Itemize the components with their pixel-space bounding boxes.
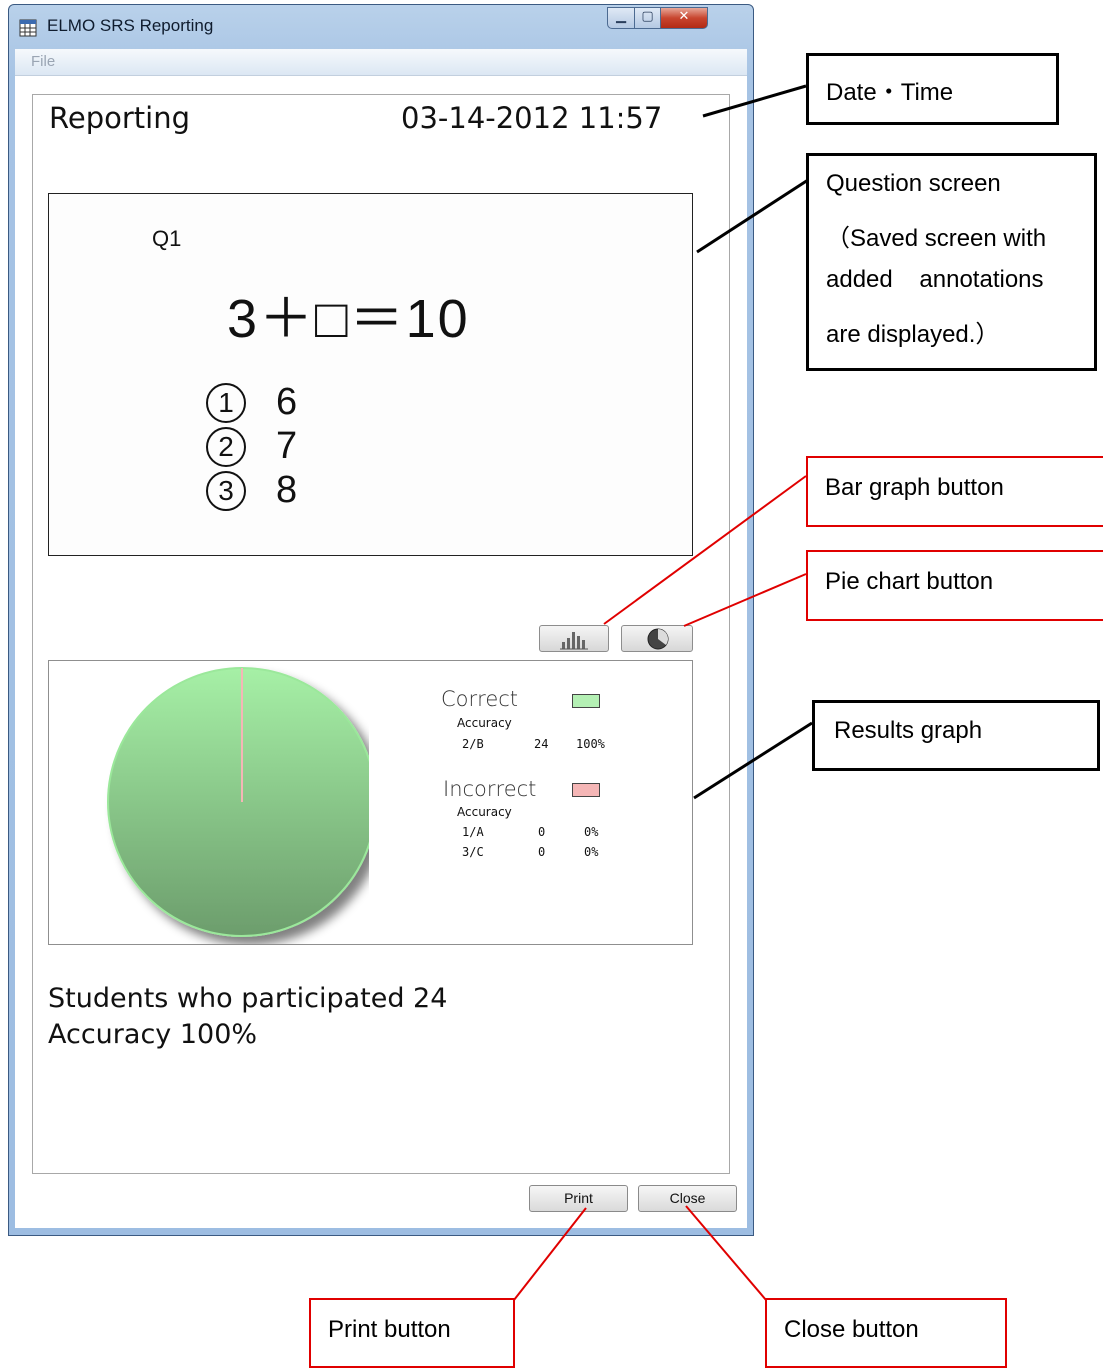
minimize-button[interactable]: ▁ (607, 7, 635, 29)
answer-option: 38 (206, 468, 297, 512)
legend-incorrect-title: Incorrect (443, 777, 537, 801)
answer-option: 27 (206, 424, 297, 468)
close-icon: ✕ (678, 9, 690, 24)
callout-pie-chart: Pie chart button (806, 550, 1103, 621)
answer-option: 16 (206, 380, 297, 424)
question-equation: 3＋□＝10 (227, 289, 470, 349)
menu-bar: File (15, 49, 747, 76)
title-bar[interactable]: ELMO SRS Reporting ▁ ▢ ✕ (9, 5, 753, 45)
report-panel: Reporting 03-14-2012 11:57 Q1 3＋□＝10 16 … (32, 94, 730, 1174)
callout-datetime: Date・Time (806, 53, 1059, 125)
callout-bar-graph: Bar graph button (806, 456, 1103, 527)
callout-text: （Saved screen with (826, 225, 1047, 252)
callout-text: Results graph (834, 717, 983, 744)
client-area: Reporting 03-14-2012 11:57 Q1 3＋□＝10 16 … (15, 76, 747, 1228)
callout-text: added annotations (826, 266, 1044, 293)
minimize-icon: ▁ (616, 9, 626, 24)
option-number: 1 (206, 382, 246, 423)
legend-correct-swatch (572, 694, 600, 708)
legend-cell: 2/B (462, 737, 484, 751)
legend-incorrect-sub: Accuracy (457, 805, 512, 819)
callout-close: Close button (765, 1298, 1007, 1368)
maximize-icon: ▢ (641, 9, 654, 24)
app-grid-icon (19, 19, 37, 37)
results-graph: Correct Accuracy 2/B 24 100% Incorrect A… (48, 660, 693, 945)
callout-text: Bar graph button (825, 474, 1004, 501)
maximize-button[interactable]: ▢ (634, 7, 661, 29)
option-value: 7 (276, 425, 298, 468)
report-datetime: 03-14-2012 11:57 (401, 101, 663, 135)
option-value: 6 (276, 381, 298, 424)
legend-cell: 0 (538, 825, 546, 839)
bar-chart-icon (560, 632, 588, 650)
option-number: 3 (206, 470, 246, 511)
close-button[interactable]: Close (638, 1185, 737, 1212)
callout-question-screen: Question screen （Saved screen with added… (806, 153, 1097, 371)
callout-text: Question screen (826, 170, 1001, 197)
question-label: Q1 (152, 226, 182, 251)
callout-text: Close button (784, 1316, 919, 1343)
option-number: 2 (206, 426, 246, 467)
legend-correct-title: Correct (441, 687, 519, 711)
legend-incorrect-swatch (572, 783, 600, 797)
app-window: ELMO SRS Reporting ▁ ▢ ✕ File Reporting … (8, 4, 754, 1236)
callout-text: are displayed.） (826, 321, 1000, 348)
pie-slice-correct (107, 667, 369, 937)
accuracy-summary: Accuracy 100% (48, 1019, 258, 1050)
legend-cell: 0% (584, 825, 599, 839)
legend-cell: 0 (538, 845, 546, 859)
legend-cell: 1/A (462, 825, 484, 839)
callout-text: Print button (328, 1316, 451, 1343)
legend-cell: 0% (584, 845, 599, 859)
callout-print: Print button (309, 1298, 515, 1368)
question-screen: Q1 3＋□＝10 16 27 38 (48, 193, 693, 556)
callout-text: Date・Time (826, 79, 954, 106)
print-button[interactable]: Print (529, 1185, 628, 1212)
results-pie-chart (107, 667, 369, 937)
page-title: Reporting (49, 101, 190, 135)
legend-cell: 24 (534, 737, 549, 751)
callout-results-graph: Results graph (812, 700, 1100, 771)
participants-summary: Students who participated 24 (48, 983, 448, 1014)
window-close-button[interactable]: ✕ (660, 7, 708, 29)
pie-chart-icon (647, 628, 669, 650)
legend-cell: 3/C (462, 845, 484, 859)
menu-file[interactable]: File (31, 53, 55, 70)
bar-graph-button[interactable] (539, 625, 609, 652)
option-value: 8 (276, 469, 298, 512)
pie-chart-button[interactable] (621, 625, 693, 652)
legend-cell: 100% (576, 737, 605, 751)
callout-text: Pie chart button (825, 568, 994, 595)
window-title: ELMO SRS Reporting (47, 16, 214, 35)
legend-correct-sub: Accuracy (457, 716, 512, 730)
